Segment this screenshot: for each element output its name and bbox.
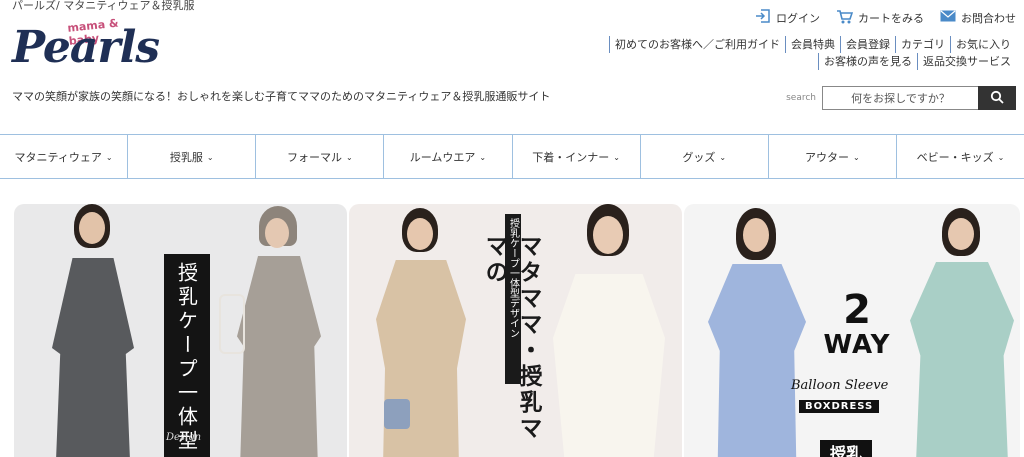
model-photo (219, 204, 339, 457)
banner-nursing-cape-design[interactable]: 授乳ケープ一体型 Design (14, 204, 347, 457)
model-photo (902, 204, 1020, 457)
info-links: 初めてのお客様へ／ご利用ガイド 会員特典 会員登録 カテゴリ お気に入り お客様… (596, 36, 1016, 70)
info-links-row-2: お客様の声を見る 返品交換サービス (596, 53, 1016, 70)
model-photo (364, 204, 474, 457)
chevron-down-icon: ⌄ (613, 153, 620, 162)
nav-label: ルームウエア (409, 150, 476, 164)
nav-label: フォーマル (286, 150, 342, 164)
model-photo (539, 204, 679, 457)
search-bar: search (786, 86, 1016, 110)
category-link[interactable]: カテゴリ (895, 36, 950, 53)
nav-label: 授乳服 (169, 150, 203, 164)
nav-nursing[interactable]: 授乳服 ⌄ (128, 135, 257, 178)
chevron-down-icon: ⌄ (719, 153, 727, 162)
login-label: ログイン (776, 11, 820, 25)
top-links: ログイン カートをみる お問合わせ (755, 8, 1016, 27)
search-input[interactable] (822, 86, 978, 110)
login-link[interactable]: ログイン (755, 8, 820, 27)
contact-label: お問合わせ (961, 11, 1016, 25)
member-benefits-link[interactable]: 会員特典 (785, 36, 840, 53)
banner-2way-number: 2 (843, 287, 871, 333)
banner-2way-word: WAY (823, 330, 891, 360)
nav-roomwear[interactable]: ルームウエア ⌄ (384, 135, 513, 178)
favorites-link[interactable]: お気に入り (950, 36, 1016, 53)
contact-link[interactable]: お問合わせ (940, 8, 1016, 27)
banner-script-text: Design (166, 432, 202, 443)
mail-icon (940, 10, 956, 25)
nav-label: マタニティウェア (14, 150, 102, 164)
nav-maternity[interactable]: マタニティウェア ⌄ (0, 135, 129, 178)
hero-banners: 授乳ケープ一体型 Design 授乳ケープ一体型デザイン マタママ・授乳ママの … (14, 204, 1020, 457)
cart-link[interactable]: カートをみる (836, 8, 924, 27)
chevron-down-icon: ⌄ (206, 153, 214, 162)
banner-boxdress-label: BOXDRESS (799, 400, 880, 413)
nav-label: 下着・インナー (532, 150, 610, 164)
info-links-row-1: 初めてのお客様へ／ご利用ガイド 会員特典 会員登録 カテゴリ お気に入り (596, 36, 1016, 53)
nav-innerwear[interactable]: 下着・インナー ⌄ (513, 135, 641, 178)
chevron-down-icon: ⌄ (479, 153, 487, 162)
chevron-down-icon: ⌄ (852, 153, 860, 162)
nav-baby-kids[interactable]: ベビー・キッズ ⌄ (897, 135, 1024, 178)
nav-formal[interactable]: フォーマル ⌄ (256, 135, 385, 178)
model-photo (34, 204, 154, 457)
guide-link[interactable]: 初めてのお客様へ／ご利用ガイド (609, 36, 785, 53)
cart-label: カートをみる (858, 11, 924, 25)
search-icon (990, 89, 1004, 108)
nav-label: アウター (804, 150, 849, 164)
chevron-down-icon: ⌄ (105, 153, 113, 162)
logo-brand: Pearls (12, 22, 160, 73)
site-tagline: ママの笑顔が家族の笑顔になる！おしゃれを楽しむ子育てママのためのマタニティウェア… (12, 90, 551, 103)
chevron-down-icon: ⌄ (997, 153, 1005, 162)
cart-icon (836, 9, 854, 27)
member-register-link[interactable]: 会員登録 (840, 36, 895, 53)
breadcrumb[interactable]: パールズ/ マタニティウェア＆授乳服 (12, 0, 195, 13)
search-label: search (786, 93, 816, 103)
chevron-down-icon: ⌄ (345, 153, 353, 162)
banner-2way-boxdress[interactable]: 2 WAY Balloon Sleeve BOXDRESS 授乳 (684, 204, 1020, 457)
banner-maternity-nursing[interactable]: 授乳ケープ一体型デザイン マタママ・授乳ママの (349, 204, 682, 457)
customer-voice-link[interactable]: お客様の声を見る (818, 53, 917, 70)
banner-nursing-label: 授乳 (820, 440, 873, 457)
login-icon (755, 8, 771, 27)
nav-label: ベビー・キッズ (916, 150, 994, 164)
site-logo[interactable]: mama & baby Pearls (12, 17, 160, 78)
banner-headline: マタママ・授乳ママの (481, 234, 541, 442)
return-exchange-link[interactable]: 返品交換サービス (917, 53, 1016, 70)
nav-label: グッズ (682, 150, 716, 164)
category-nav: マタニティウェア ⌄ 授乳服 ⌄ フォーマル ⌄ ルームウエア ⌄ 下着・インナー ⌄ グ… (0, 134, 1024, 179)
nav-outer[interactable]: アウター ⌄ (769, 135, 897, 178)
banner-2way: 2 WAY (812, 290, 902, 360)
banner-balloon-text: Balloon Sleeve (791, 378, 889, 393)
banner-vertical-label: 授乳ケープ一体型 (164, 254, 210, 457)
search-button[interactable] (978, 86, 1016, 110)
model-photo (702, 204, 812, 457)
nav-goods[interactable]: グッズ ⌄ (641, 135, 769, 178)
